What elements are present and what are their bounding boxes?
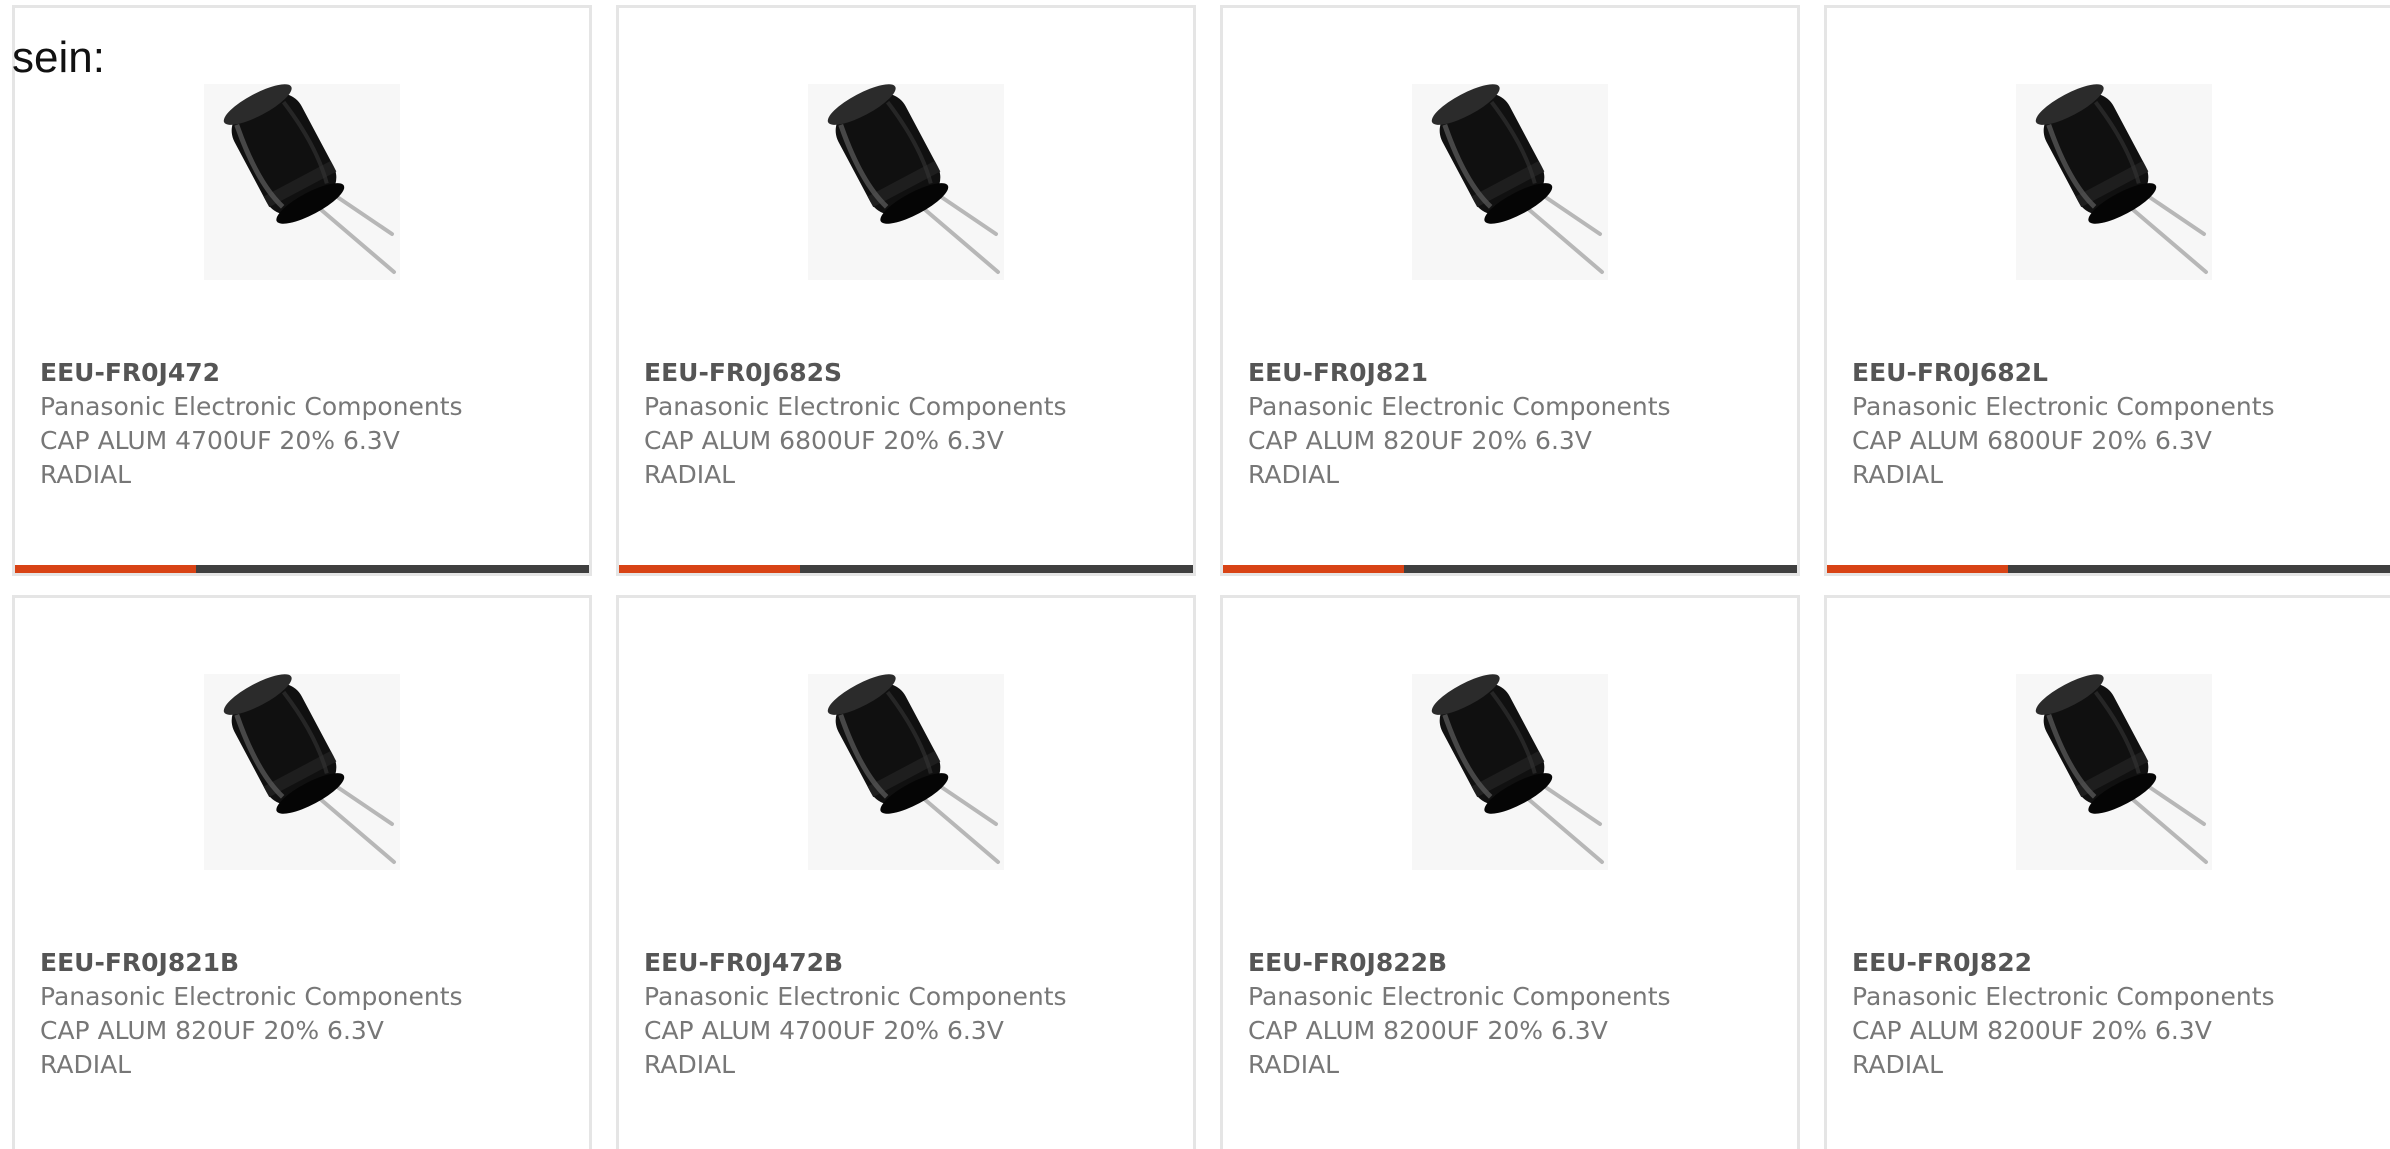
part-number[interactable]: EEU-FR0J472 <box>40 356 540 390</box>
progress-bar-fill <box>1827 565 2009 573</box>
description-line-2: RADIAL <box>644 460 736 489</box>
product-info: EEU-FR0J822B Panasonic Electronic Compon… <box>1248 946 1748 1082</box>
product-image[interactable] <box>1412 674 1608 870</box>
product-image[interactable] <box>808 674 1004 870</box>
part-number[interactable]: EEU-FR0J821B <box>40 946 540 980</box>
description-line-2: RADIAL <box>1248 460 1340 489</box>
description-line-1: CAP ALUM 820UF 20% 6.3V <box>1248 426 1592 455</box>
product-image[interactable] <box>1412 84 1608 280</box>
part-number[interactable]: EEU-FR0J472B <box>644 946 1144 980</box>
description-line-1: CAP ALUM 8200UF 20% 6.3V <box>1852 1016 2212 1045</box>
description-line-1: CAP ALUM 820UF 20% 6.3V <box>40 1016 384 1045</box>
radial-capacitor-icon <box>223 674 396 864</box>
part-number[interactable]: EEU-FR0J822B <box>1248 946 1748 980</box>
product-card[interactable]: EEU-FR0J472B Panasonic Electronic Compon… <box>616 595 1196 1149</box>
manufacturer: Panasonic Electronic Components <box>644 982 1067 1011</box>
product-card[interactable]: EEU-FR0J821B Panasonic Electronic Compon… <box>12 595 592 1149</box>
description-line-2: RADIAL <box>1852 1050 1944 1079</box>
radial-capacitor-icon <box>1431 674 1604 864</box>
description-line-2: RADIAL <box>40 460 132 489</box>
description-line-2: RADIAL <box>644 1050 736 1079</box>
product-info: EEU-FR0J472 Panasonic Electronic Compone… <box>40 356 540 492</box>
radial-capacitor-icon <box>223 84 396 274</box>
manufacturer: Panasonic Electronic Components <box>40 982 463 1011</box>
product-info: EEU-FR0J821B Panasonic Electronic Compon… <box>40 946 540 1082</box>
radial-capacitor-icon <box>1431 84 1604 274</box>
manufacturer: Panasonic Electronic Components <box>1852 392 2275 421</box>
product-image[interactable] <box>204 84 400 280</box>
progress-bar-fill <box>1223 565 1405 573</box>
manufacturer: Panasonic Electronic Components <box>1248 392 1671 421</box>
product-card[interactable]: EEU-FR0J472 Panasonic Electronic Compone… <box>12 5 592 576</box>
description-line-1: CAP ALUM 6800UF 20% 6.3V <box>644 426 1004 455</box>
radial-capacitor-icon <box>827 84 1000 274</box>
manufacturer: Panasonic Electronic Components <box>1852 982 2275 1011</box>
product-card[interactable]: EEU-FR0J821 Panasonic Electronic Compone… <box>1220 5 1800 576</box>
product-image[interactable] <box>204 674 400 870</box>
product-card[interactable]: EEU-FR0J822B Panasonic Electronic Compon… <box>1220 595 1800 1149</box>
part-number[interactable]: EEU-FR0J822 <box>1852 946 2352 980</box>
radial-capacitor-icon <box>827 674 1000 864</box>
manufacturer: Panasonic Electronic Components <box>1248 982 1671 1011</box>
progress-bar <box>15 565 589 573</box>
product-card[interactable]: EEU-FR0J682S Panasonic Electronic Compon… <box>616 5 1196 576</box>
description-line-2: RADIAL <box>1852 460 1944 489</box>
progress-bar-fill <box>619 565 801 573</box>
product-info: EEU-FR0J822 Panasonic Electronic Compone… <box>1852 946 2352 1082</box>
intro-text: sein: <box>12 33 105 82</box>
description-line-2: RADIAL <box>1248 1050 1340 1079</box>
product-info: EEU-FR0J472B Panasonic Electronic Compon… <box>644 946 1144 1082</box>
radial-capacitor-icon <box>2035 674 2208 864</box>
product-info: EEU-FR0J821 Panasonic Electronic Compone… <box>1248 356 1748 492</box>
product-image[interactable] <box>2016 674 2212 870</box>
manufacturer: Panasonic Electronic Components <box>40 392 463 421</box>
progress-bar-fill <box>15 565 197 573</box>
product-info: EEU-FR0J682L Panasonic Electronic Compon… <box>1852 356 2352 492</box>
description-line-2: RADIAL <box>40 1050 132 1079</box>
description-line-1: CAP ALUM 4700UF 20% 6.3V <box>644 1016 1004 1045</box>
part-number[interactable]: EEU-FR0J821 <box>1248 356 1748 390</box>
part-number[interactable]: EEU-FR0J682L <box>1852 356 2352 390</box>
product-card[interactable]: EEU-FR0J822 Panasonic Electronic Compone… <box>1824 595 2390 1149</box>
manufacturer: Panasonic Electronic Components <box>644 392 1067 421</box>
product-image[interactable] <box>808 84 1004 280</box>
progress-bar <box>1223 565 1797 573</box>
radial-capacitor-icon <box>2035 84 2208 274</box>
description-line-1: CAP ALUM 4700UF 20% 6.3V <box>40 426 400 455</box>
description-line-1: CAP ALUM 8200UF 20% 6.3V <box>1248 1016 1608 1045</box>
product-card[interactable]: EEU-FR0J682L Panasonic Electronic Compon… <box>1824 5 2390 576</box>
product-image[interactable] <box>2016 84 2212 280</box>
product-grid-page: sein: EEU-FR0J472 Panasonic Electronic C… <box>0 0 2390 1149</box>
progress-bar <box>619 565 1193 573</box>
part-number[interactable]: EEU-FR0J682S <box>644 356 1144 390</box>
product-info: EEU-FR0J682S Panasonic Electronic Compon… <box>644 356 1144 492</box>
description-line-1: CAP ALUM 6800UF 20% 6.3V <box>1852 426 2212 455</box>
progress-bar <box>1827 565 2390 573</box>
